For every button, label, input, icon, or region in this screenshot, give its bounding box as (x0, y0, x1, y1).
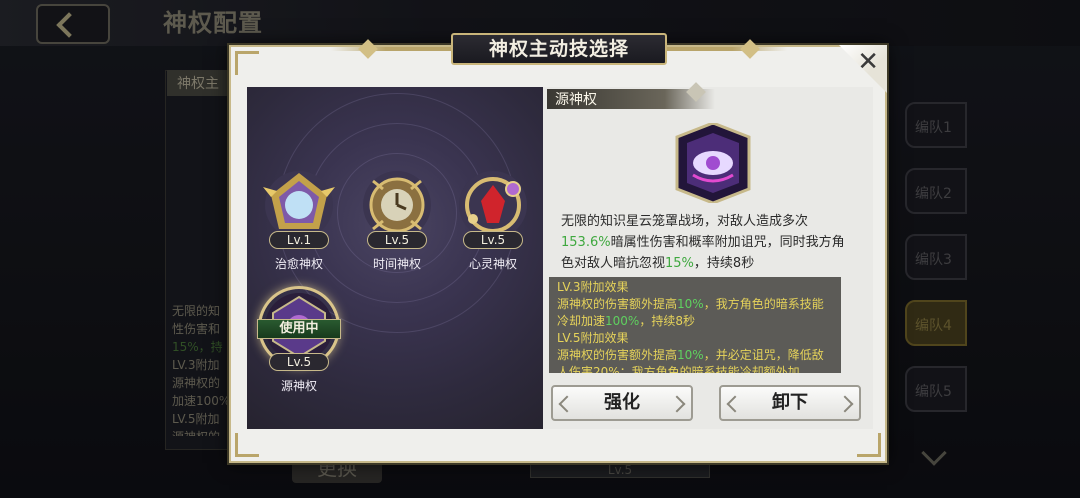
desc-highlight: 15% (665, 256, 694, 271)
upgrade-button[interactable]: 强化 (551, 385, 693, 421)
detail-header: 源神权 (543, 82, 873, 111)
skill-item-mind[interactable]: Lv.5 心灵神权 (453, 167, 533, 272)
skill-item-origin[interactable]: 使用中 Lv.5 源神权 (257, 289, 341, 394)
skill-level-badge: Lv.5 (367, 231, 427, 249)
time-emblem-icon: Lv.5 (359, 167, 435, 249)
skill-name: 源神权 (280, 379, 317, 393)
corner-ornament (235, 51, 259, 75)
title-diamond-ornament (358, 39, 378, 59)
bonus-text: 源神权的伤害额外提高 (557, 348, 678, 362)
lv3-bonus-title: LV.3附加效果 (557, 280, 629, 294)
skill-level-badge: Lv.5 (463, 231, 523, 249)
skill-name: 治愈神权 (274, 257, 323, 271)
title-diamond-ornament (740, 39, 760, 59)
skill-name: 时间神权 (372, 257, 421, 271)
in-use-badge: 使用中 (257, 319, 341, 339)
mind-emblem-icon: Lv.5 (455, 167, 531, 249)
bonus-text: 源神权的伤害额外提高 (557, 297, 678, 311)
bonus-highlight: 100% (605, 314, 640, 328)
skill-item-time[interactable]: Lv.5 时间神权 (357, 167, 437, 272)
dialog-title: 神权主动技选择 (488, 38, 629, 60)
skill-description: 无限的知识星云笼罩战场，对敌人造成多次153.6%暗属性伤害和概率附加诅咒，同时… (561, 211, 853, 274)
corner-ornament (235, 433, 259, 457)
unequip-button[interactable]: 卸下 (719, 385, 861, 421)
skill-list-panel: Lv.1 治愈神权 Lv.5 时间神权 Lv.5 心灵神权 使用中 Lv.5 源… (247, 87, 543, 429)
skill-select-dialog: 神权主动技选择 ✕ Lv.1 治愈神权 Lv.5 时间神权 Lv.5 心灵神权 … (229, 33, 887, 463)
desc-text: ，持续8秒 (693, 256, 755, 271)
healing-emblem-icon: Lv.1 (261, 167, 337, 249)
skill-item-healing[interactable]: Lv.1 治愈神权 (259, 167, 339, 272)
skill-name: 心灵神权 (468, 257, 517, 271)
skill-detail-panel: 源神权 无限的知识星云笼罩战场，对敌人造成多次153.6%暗属性伤害和概率附加诅… (543, 82, 873, 429)
origin-emblem-icon: 使用中 Lv.5 (257, 289, 341, 371)
detail-skill-name: 源神权 (555, 92, 597, 108)
bonus-text: ，持续8秒 (639, 314, 695, 328)
dialog-title-bar: 神权主动技选择 (331, 33, 787, 65)
bonus-highlight: 10% (677, 348, 704, 362)
lv5-bonus-text: 源神权的伤害额外提高10%，并必定诅咒，降低敌人伤害20%；我方角色的暗系技能冷… (557, 347, 833, 373)
origin-emblem-icon (649, 121, 777, 205)
lv3-bonus-text: 源神权的伤害额外提高10%，我方角色的暗系技能冷却加速100%，持续8秒 (557, 296, 833, 330)
level-bonus-box[interactable]: LV.3附加效果 源神权的伤害额外提高10%，我方角色的暗系技能冷却加速100%… (549, 277, 841, 373)
skill-level-badge: Lv.1 (269, 231, 329, 249)
bonus-highlight: 10% (677, 297, 704, 311)
close-button[interactable]: ✕ (839, 45, 887, 93)
dialog-title-plate: 神权主动技选择 (451, 33, 667, 65)
skill-level-badge: Lv.5 (269, 353, 329, 371)
desc-text: 无限的知识星云笼罩战场，对敌人造成多次 (561, 214, 809, 229)
close-x-icon: ✕ (857, 47, 879, 77)
desc-highlight: 153.6% (561, 235, 611, 250)
corner-ornament (857, 433, 881, 457)
lv5-bonus-title: LV.5附加效果 (557, 331, 629, 345)
